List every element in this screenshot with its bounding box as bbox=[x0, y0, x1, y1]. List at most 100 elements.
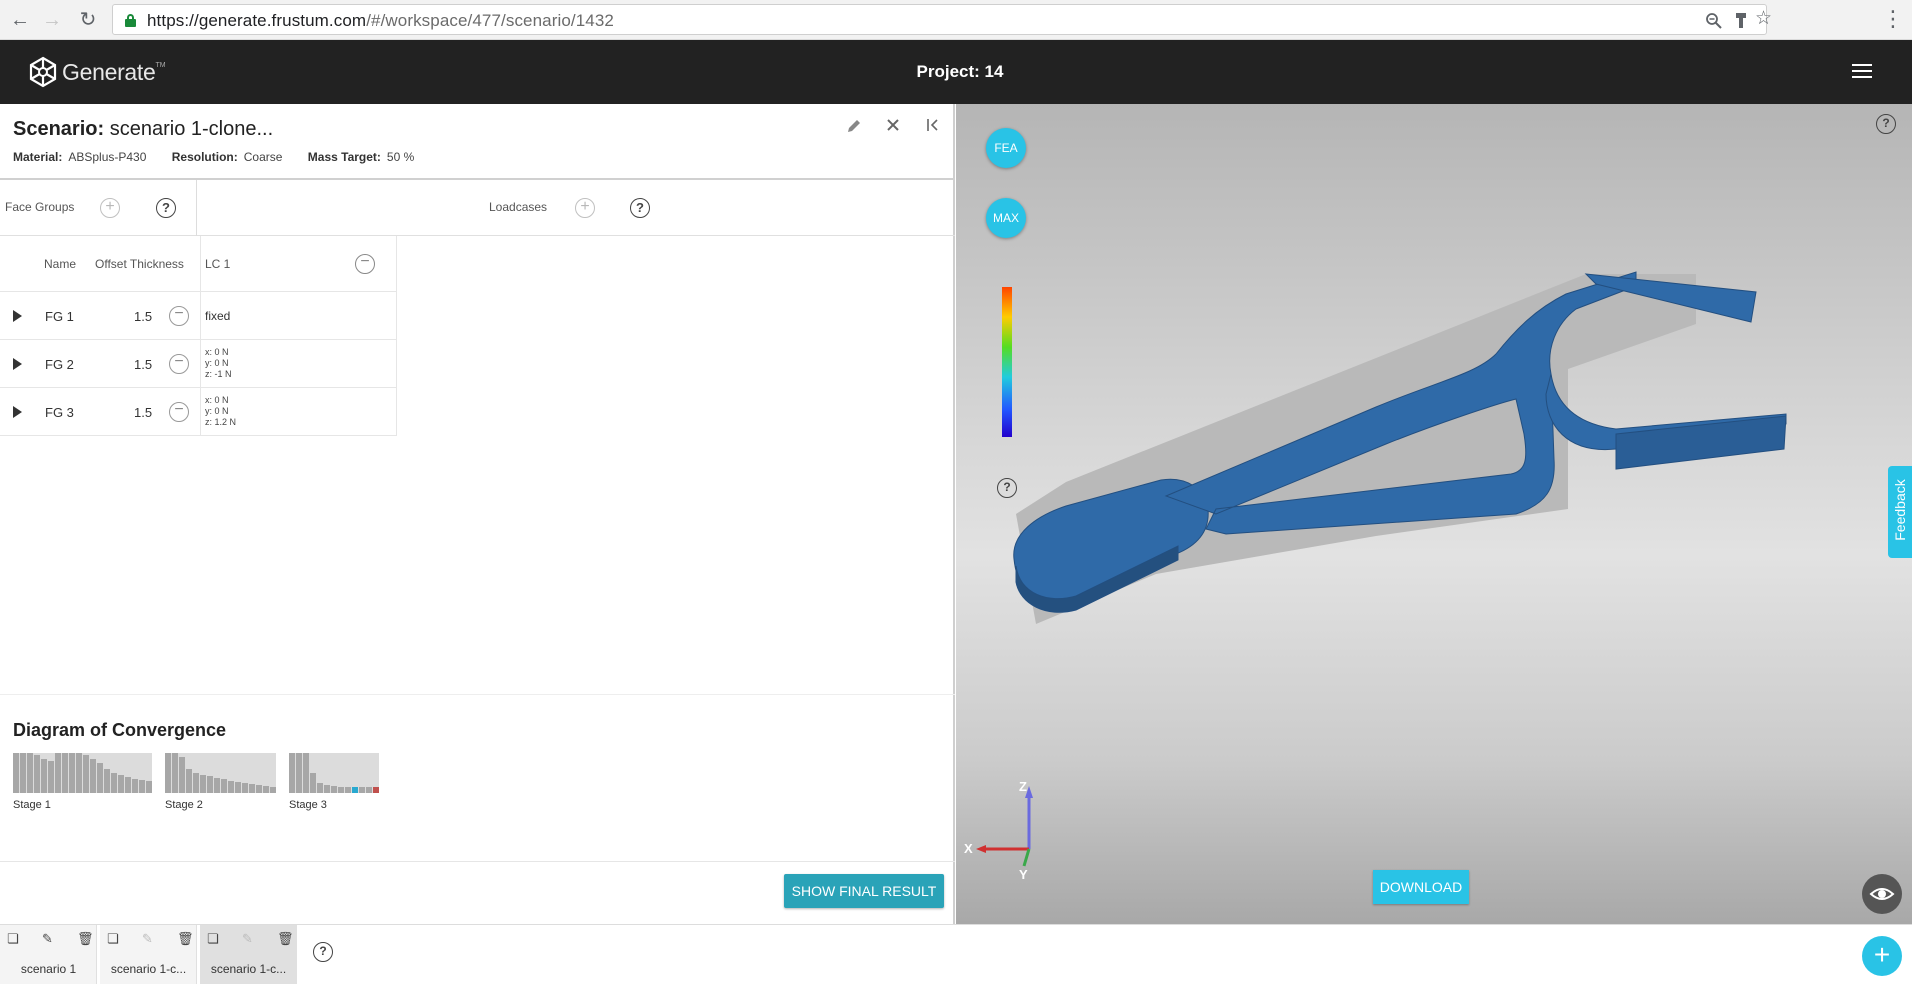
convergence-bar bbox=[263, 785, 269, 793]
convergence-bar bbox=[55, 753, 61, 793]
convergence-bar bbox=[235, 781, 241, 793]
scenario-tabs-help-icon[interactable]: ? bbox=[313, 942, 333, 962]
face-groups-help-icon[interactable]: ? bbox=[156, 198, 176, 218]
3d-viewport[interactable]: FEA MAX ? ? Z X Y DOWNLOAD Feedback bbox=[956, 104, 1912, 924]
back-arrow-icon[interactable]: ← bbox=[6, 6, 34, 34]
feedback-tab[interactable]: Feedback bbox=[1888, 466, 1912, 558]
col-lc1-header: LC 1 bbox=[205, 257, 231, 271]
convergence-bar bbox=[324, 785, 330, 793]
extension-icon[interactable] bbox=[1735, 12, 1747, 29]
delete-trash-icon[interactable]: 🗑 bbox=[277, 931, 294, 947]
loadcase-force-value[interactable]: x: 0 N y: 0 N z: -1 N bbox=[205, 347, 232, 380]
convergence-bar bbox=[165, 753, 171, 793]
table-row[interactable]: FG 1 1.5 − fixed bbox=[0, 292, 396, 340]
delete-trash-icon[interactable]: 🗑 bbox=[177, 931, 194, 947]
hamburger-menu-icon[interactable] bbox=[1852, 64, 1872, 78]
expand-arrow-icon[interactable] bbox=[13, 406, 22, 418]
offset-thickness-value[interactable]: 1.5 bbox=[134, 309, 152, 324]
reload-icon[interactable]: ↻ bbox=[74, 6, 102, 34]
x-axis-arrow bbox=[976, 845, 986, 853]
table-row[interactable]: FG 2 1.5 − x: 0 N y: 0 N z: -1 N bbox=[0, 340, 396, 388]
scenario-tab-label: scenario 1-c... bbox=[110, 962, 187, 976]
convergence-bar bbox=[90, 759, 96, 793]
convergence-bar bbox=[193, 773, 199, 793]
mass-target-value: 50 % bbox=[386, 150, 415, 164]
collapse-panel-icon[interactable] bbox=[926, 118, 940, 132]
force-y: y: 0 N bbox=[205, 358, 229, 368]
convergence-bar bbox=[317, 783, 323, 793]
duplicate-icon[interactable]: ❏ bbox=[7, 931, 19, 947]
convergence-bar bbox=[125, 777, 131, 793]
convergence-bar bbox=[139, 780, 145, 793]
offset-thickness-value[interactable]: 1.5 bbox=[134, 405, 152, 420]
x-axis-label: X bbox=[964, 841, 973, 856]
table-row[interactable]: FG 3 1.5 − x: 0 N y: 0 N z: 1.2 N bbox=[0, 388, 396, 436]
scenario-tab-2[interactable]: ❏ ✎ 🗑 scenario 1-c... bbox=[100, 925, 197, 984]
convergence-bar bbox=[228, 781, 234, 793]
convergence-bar bbox=[83, 755, 89, 793]
part-model[interactable] bbox=[956, 104, 1912, 924]
convergence-bar bbox=[62, 753, 68, 793]
scenario-tab-label: scenario 1 bbox=[20, 962, 77, 976]
face-group-name: FG 1 bbox=[45, 309, 74, 324]
convergence-bar bbox=[207, 776, 213, 793]
stage-2-bars bbox=[165, 753, 276, 793]
convergence-stage-1: Stage 1 bbox=[13, 753, 152, 811]
scenario-tab-label: scenario 1-c... bbox=[210, 962, 287, 976]
convergence-bar bbox=[338, 787, 344, 793]
visibility-eye-icon[interactable] bbox=[1862, 874, 1902, 914]
convergence-bar bbox=[373, 787, 379, 793]
scenario-panel: Scenario: scenario 1-clone... Material: A… bbox=[0, 104, 955, 924]
duplicate-icon[interactable]: ❏ bbox=[207, 931, 219, 947]
duplicate-icon[interactable]: ❏ bbox=[107, 931, 119, 947]
loadcase-value[interactable]: fixed bbox=[205, 309, 230, 323]
scenario-tab-1[interactable]: ❏ ✎ 🗑 scenario 1 bbox=[0, 925, 97, 984]
remove-face-group-icon[interactable]: − bbox=[169, 306, 189, 326]
add-loadcase-icon[interactable]: + bbox=[575, 198, 595, 218]
show-final-result-button[interactable]: SHOW FINAL RESULT bbox=[784, 874, 944, 908]
loadcases-help-icon[interactable]: ? bbox=[630, 198, 650, 218]
add-face-group-icon[interactable]: + bbox=[100, 198, 120, 218]
convergence-bar bbox=[104, 769, 110, 793]
convergence-bar bbox=[41, 759, 47, 793]
convergence-title: Diagram of Convergence bbox=[13, 720, 227, 740]
browser-menu-icon[interactable]: ⋮ bbox=[1882, 6, 1904, 32]
forward-arrow-icon[interactable]: → bbox=[38, 6, 66, 34]
tab-divider bbox=[196, 180, 197, 236]
address-bar[interactable]: https://generate.frustum.com/#/workspace… bbox=[112, 4, 1772, 35]
remove-face-group-icon[interactable]: − bbox=[169, 402, 189, 422]
table-header: Name Offset Thickness LC 1 − bbox=[0, 236, 396, 292]
bookmark-star-icon[interactable]: ☆ bbox=[1755, 7, 1772, 30]
download-button[interactable]: DOWNLOAD bbox=[1373, 870, 1469, 904]
convergence-bar bbox=[200, 775, 206, 793]
scenario-tab-3[interactable]: ❏ ✎ 🗑 scenario 1-c... bbox=[200, 925, 297, 984]
tab-loadcases[interactable]: Loadcases bbox=[489, 200, 547, 214]
scenario-title-key: Scenario: bbox=[13, 118, 105, 140]
convergence-bar bbox=[359, 787, 365, 793]
close-icon[interactable] bbox=[886, 118, 900, 132]
expand-arrow-icon[interactable] bbox=[13, 310, 22, 322]
edit-pencil-icon[interactable]: ✎ bbox=[42, 931, 53, 947]
scenario-title-value: scenario 1-clone... bbox=[109, 118, 274, 140]
zoom-icon[interactable] bbox=[1705, 12, 1722, 29]
edit-pencil-icon[interactable] bbox=[846, 118, 862, 134]
tab-face-groups[interactable]: Face Groups bbox=[5, 200, 74, 214]
convergence-bar bbox=[249, 784, 255, 793]
offset-thickness-value[interactable]: 1.5 bbox=[134, 357, 152, 372]
convergence-bar bbox=[97, 763, 103, 793]
convergence-bar bbox=[27, 753, 33, 793]
url-text[interactable]: https://generate.frustum.com/#/workspace… bbox=[147, 11, 614, 31]
loadcase-force-value[interactable]: x: 0 N y: 0 N z: 1.2 N bbox=[205, 395, 236, 428]
edit-pencil-icon: ✎ bbox=[242, 931, 253, 946]
remove-face-group-icon[interactable]: − bbox=[169, 354, 189, 374]
remove-loadcase-icon[interactable]: − bbox=[355, 254, 375, 274]
force-z: z: 1.2 N bbox=[205, 417, 237, 427]
add-scenario-button[interactable]: + bbox=[1862, 936, 1902, 976]
convergence-bar bbox=[69, 753, 75, 793]
stage-3-label: Stage 3 bbox=[289, 799, 327, 811]
app-header: Generate TM Project: 14 bbox=[0, 40, 1912, 104]
delete-trash-icon[interactable]: 🗑 bbox=[77, 931, 94, 947]
expand-arrow-icon[interactable] bbox=[13, 358, 22, 370]
column-divider bbox=[200, 388, 201, 435]
force-x: x: 0 N bbox=[205, 347, 229, 357]
